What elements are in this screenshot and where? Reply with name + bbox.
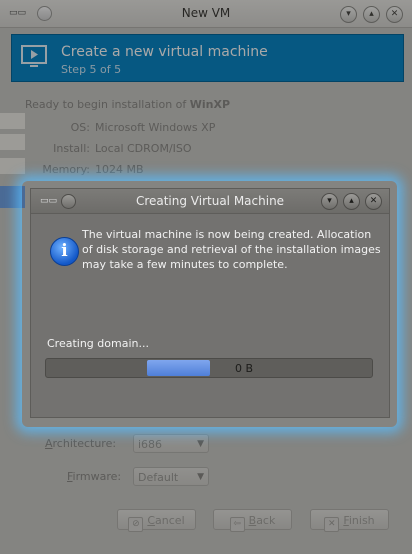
dialog-message: The virtual machine is now being created… (82, 228, 381, 271)
progress-status: Creating domain... (47, 337, 149, 350)
close-icon[interactable]: ✕ (365, 193, 382, 210)
maximize-icon[interactable]: ▴ (343, 193, 360, 210)
minimize-icon[interactable]: ▾ (321, 193, 338, 210)
row-highlight (0, 113, 25, 129)
row-highlight (0, 134, 25, 150)
row-highlight (0, 158, 25, 174)
dialog-titlebar[interactable]: ▭▭ Creating Virtual Machine ▾ ▴ ✕ (31, 189, 389, 214)
info-icon: i (50, 237, 79, 266)
progress-text: 0 B (234, 362, 254, 375)
progress-bar: 0 B (45, 358, 373, 378)
creating-vm-dialog: ▭▭ Creating Virtual Machine ▾ ▴ ✕ i The … (30, 188, 390, 418)
